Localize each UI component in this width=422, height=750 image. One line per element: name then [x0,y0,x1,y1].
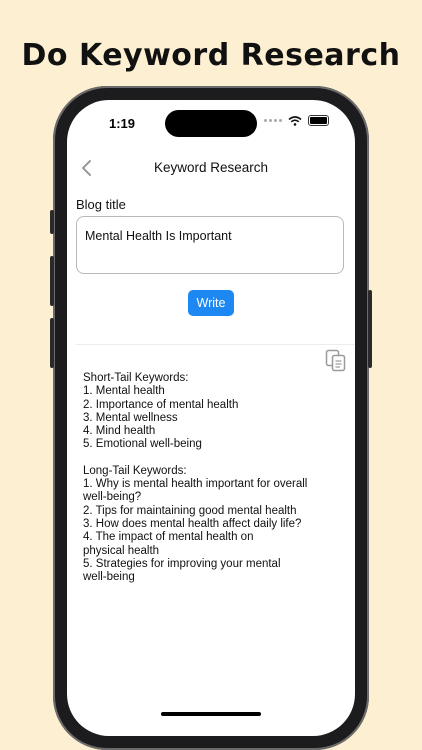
status-icons [264,115,329,126]
signal-icon [264,119,282,122]
long-tail-heading: Long-Tail Keywords: [83,464,187,477]
list-item: 3. How does mental health affect daily l… [83,517,302,530]
phone-screen: 1:19 Keyword Research Blog title Mental … [67,100,355,736]
page-title: Keyword Research [153,160,269,175]
keyword-output: Short-Tail Keywords: 1. Mental health 2.… [83,372,323,584]
list-item: 3. Mental wellness [83,411,178,424]
wifi-icon [288,115,302,126]
dynamic-island [165,110,257,137]
headline: Do Keyword Research [21,38,401,73]
home-indicator[interactable] [161,712,261,716]
blog-title-input[interactable]: Mental Health Is Important [76,216,344,274]
navbar: Keyword Research [67,156,355,180]
list-item: 1. Mental health [83,385,165,398]
list-item: 5. Strategies for improving your mental [83,557,281,570]
phone-button [368,290,372,368]
battery-icon [308,115,329,126]
list-item: 4. The impact of mental health on [83,531,254,544]
list-item: 4. Mind health [83,425,156,438]
list-item: well-being? [83,491,142,504]
copy-icon[interactable] [325,349,347,373]
list-item: 1. Why is mental health important for ov… [83,478,308,491]
list-item: 2. Importance of mental health [83,398,239,411]
phone-button [50,210,54,234]
write-button[interactable]: Write [188,290,234,316]
status-time: 1:19 [109,116,136,131]
list-item: 5. Emotional well-being [83,438,202,451]
phone-button [50,318,54,368]
list-item: 2. Tips for maintaining good mental heal… [83,504,297,517]
blog-title-label: Blog title [76,197,126,212]
list-item: well-being [83,571,135,584]
phone-button [50,256,54,306]
list-item: physical health [83,544,160,557]
short-tail-heading: Short-Tail Keywords: [83,372,189,384]
divider [76,344,355,345]
